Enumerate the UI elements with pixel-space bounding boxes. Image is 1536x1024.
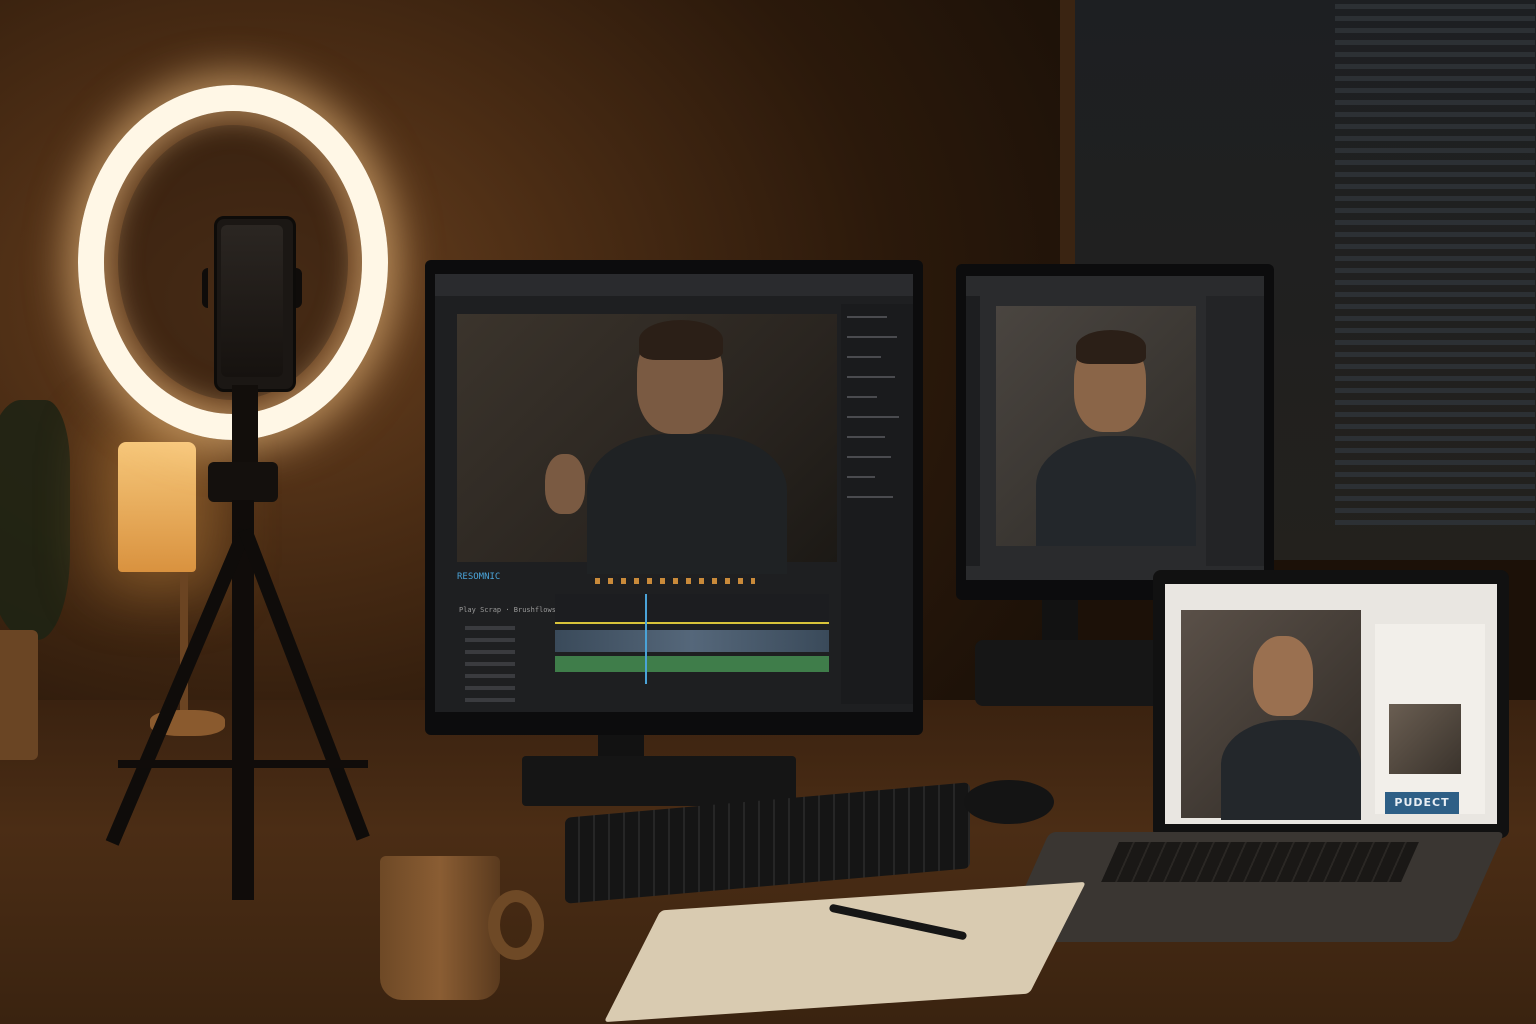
portrait-hair (1076, 330, 1146, 364)
portrait-torso (1036, 436, 1196, 546)
laptop-portrait-torso (1221, 720, 1361, 820)
blind-slat (1335, 244, 1535, 249)
playhead (645, 594, 647, 684)
laptop-side-panel (1375, 624, 1485, 814)
laptop-screen: PUDECT (1165, 584, 1497, 824)
blind-slat (1335, 256, 1535, 261)
laptop-photo (1181, 610, 1361, 820)
blind-slat (1335, 208, 1535, 213)
tools-bar (966, 296, 980, 566)
blind-slat (1335, 364, 1535, 369)
photo-canvas (996, 306, 1196, 546)
blind-slat (1335, 352, 1535, 357)
mouse (964, 780, 1054, 824)
plant-pot (0, 630, 38, 760)
blind-slat (1335, 184, 1535, 189)
blind-slat (1335, 40, 1535, 45)
timeline-ruler (555, 594, 829, 624)
second-monitor (956, 264, 1274, 600)
blind-slat (1335, 520, 1535, 525)
blind-slat (1335, 232, 1535, 237)
man-torso (587, 434, 787, 574)
phone-clamp (202, 268, 302, 308)
blind-slat (1335, 76, 1535, 81)
second-monitor-base (975, 640, 1165, 706)
blind-slat (1335, 136, 1535, 141)
timeline-tools (465, 626, 515, 706)
video-preview (457, 314, 837, 574)
blind-slat (1335, 496, 1535, 501)
coffee-mug (380, 856, 500, 1000)
blind-slat (1335, 412, 1535, 417)
laptop-portrait-head (1253, 636, 1313, 716)
blind-slat (1335, 388, 1535, 393)
blind-slat (1335, 220, 1535, 225)
blind-slat (1335, 4, 1535, 9)
blind-slat (1335, 472, 1535, 477)
laptop-thumbnail (1389, 704, 1461, 774)
plant-leaves (0, 400, 70, 640)
layers-panel (1206, 296, 1264, 566)
blind-slat (1335, 400, 1535, 405)
laptop-lid: PUDECT (1153, 570, 1509, 838)
properties-panel (841, 304, 913, 704)
blind-slat (1335, 484, 1535, 489)
desk-scene-photo: RESOMNIC Play Scrap · Brushflows PUDECT (0, 0, 1536, 1024)
blind-slat (1335, 448, 1535, 453)
blind-slat (1335, 196, 1535, 201)
blind-slat (1335, 148, 1535, 153)
blind-slat (1335, 508, 1535, 513)
blind-slat (1335, 172, 1535, 177)
laptop-keyboard (1101, 842, 1419, 882)
editor-menubar (435, 274, 913, 296)
blind-slat (1335, 64, 1535, 69)
ring-light-mount (232, 385, 258, 465)
timeline-label: RESOMNIC (457, 572, 501, 582)
man-raised-hand (545, 454, 585, 514)
tripod-head (208, 462, 278, 502)
blind-slat (1335, 304, 1535, 309)
blind-slat (1335, 460, 1535, 465)
man-hair (639, 320, 723, 360)
blind-slat (1335, 28, 1535, 33)
blind-slat (1335, 376, 1535, 381)
blind-slat (1335, 268, 1535, 273)
main-monitor-base (522, 756, 796, 806)
blind-slat (1335, 316, 1535, 321)
blind-slat (1335, 328, 1535, 333)
video-editor-screen: RESOMNIC Play Scrap · Brushflows (435, 274, 913, 712)
blind-slat (1335, 436, 1535, 441)
timeline-markers (595, 578, 755, 584)
main-monitor: RESOMNIC Play Scrap · Brushflows (425, 260, 923, 735)
blind-slat (1335, 124, 1535, 129)
audio-track-clip (555, 656, 829, 672)
blind-slat (1335, 52, 1535, 57)
track-label: Play Scrap · Brushflows (459, 606, 556, 614)
blind-slat (1335, 100, 1535, 105)
photo-editor-screen (966, 276, 1264, 580)
blind-slat (1335, 280, 1535, 285)
mug-handle (488, 890, 544, 960)
video-track-clip (555, 630, 829, 652)
table-lamp-shade (118, 442, 196, 572)
blind-slat (1335, 424, 1535, 429)
blind-slat (1335, 160, 1535, 165)
tripod-brace (118, 760, 368, 768)
laptop-action-button[interactable]: PUDECT (1385, 792, 1459, 814)
blind-slat (1335, 340, 1535, 345)
blind-slat (1335, 112, 1535, 117)
blind-slat (1335, 16, 1535, 21)
blind-slat (1335, 292, 1535, 297)
blind-slat (1335, 88, 1535, 93)
